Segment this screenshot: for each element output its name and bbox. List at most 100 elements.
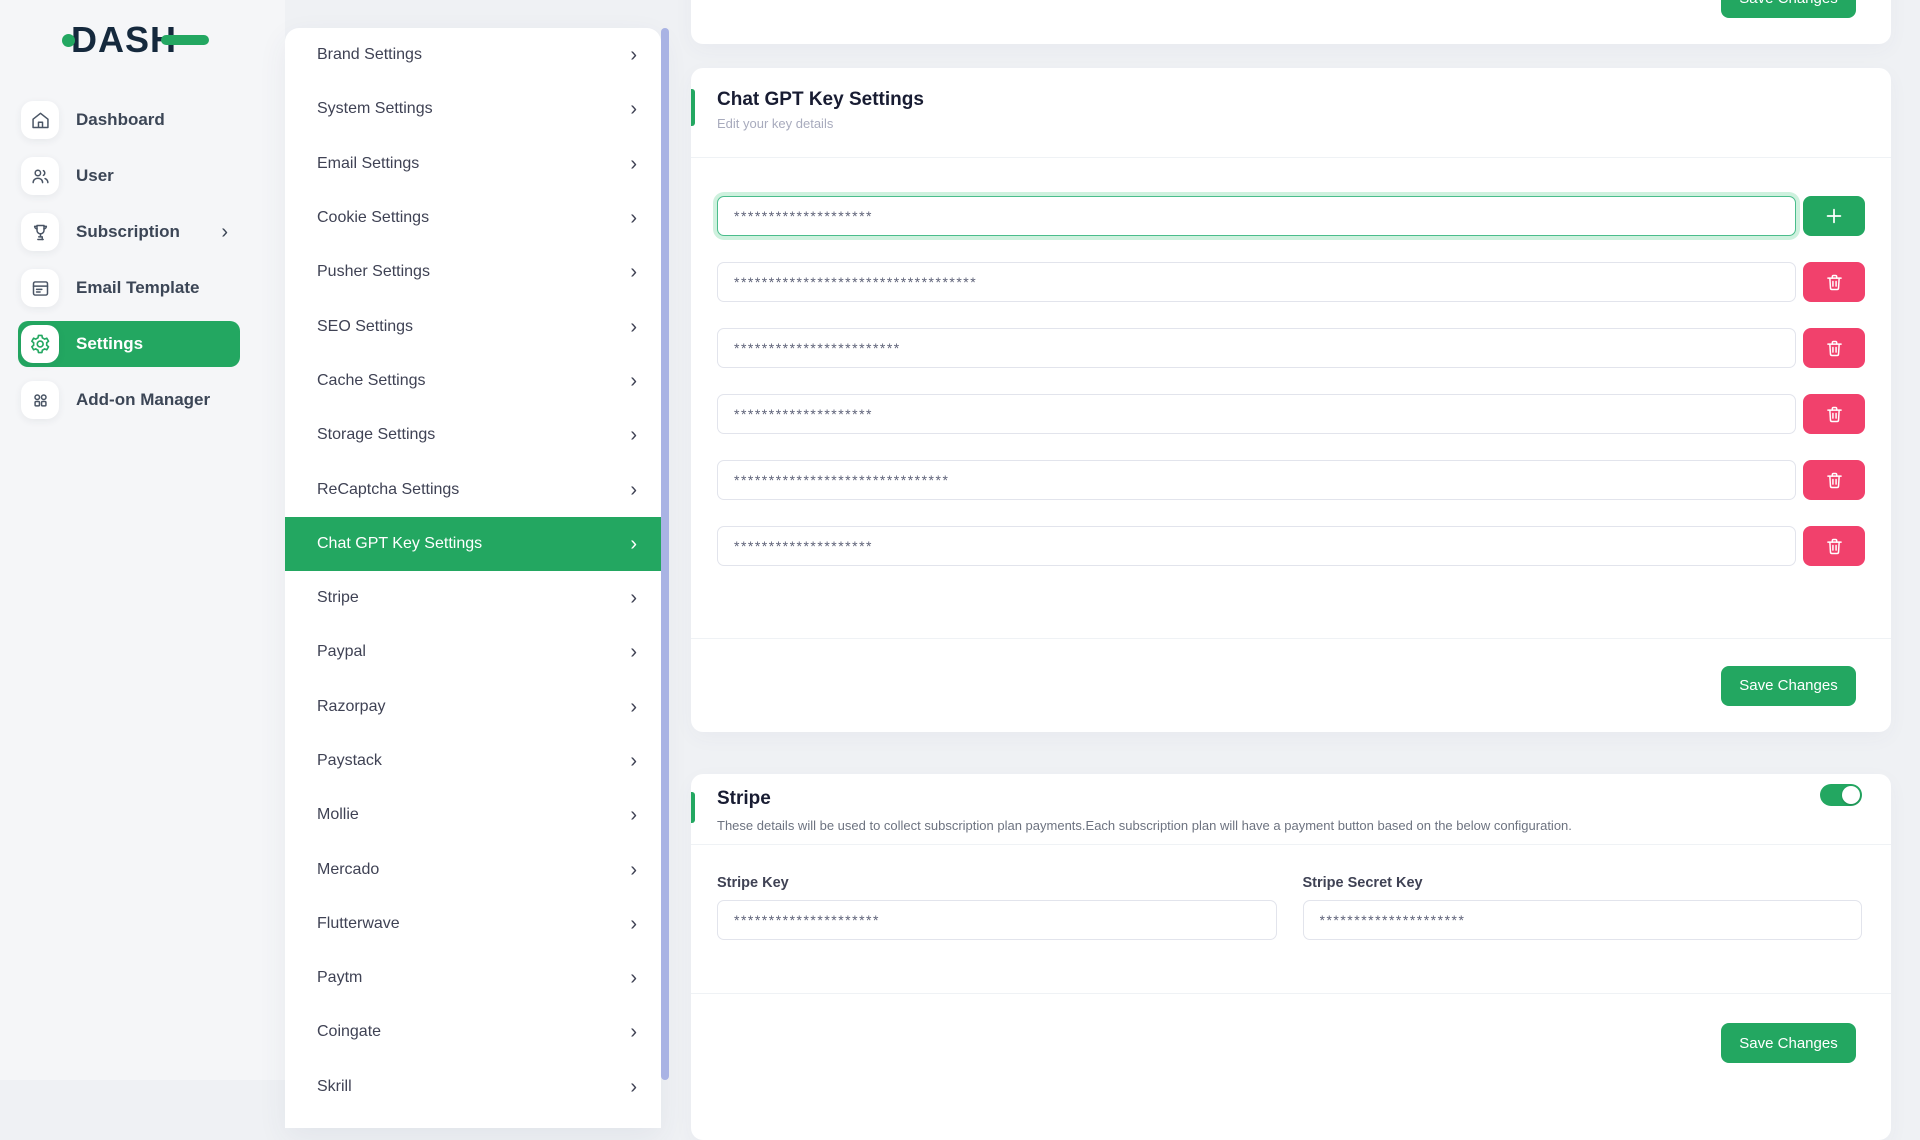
submenu-item-cookie-settings[interactable]: Cookie Settings › bbox=[285, 191, 661, 245]
stripe-key-input[interactable] bbox=[717, 900, 1277, 940]
chevron-right-icon: › bbox=[630, 154, 637, 174]
submenu-item-label: Brand Settings bbox=[317, 46, 422, 64]
submenu-item-label: Storage Settings bbox=[317, 426, 435, 444]
submenu-item-label: Chat GPT Key Settings bbox=[317, 535, 482, 553]
submenu-item-label: Coingate bbox=[317, 1023, 381, 1041]
api-key-input[interactable] bbox=[717, 196, 1796, 236]
submenu-item-label: Cookie Settings bbox=[317, 209, 429, 227]
submenu-item-stripe[interactable]: Stripe› bbox=[285, 571, 661, 625]
save-button[interactable]: Save Changes bbox=[1721, 1023, 1856, 1063]
submenu-item-label: Razorpay bbox=[317, 698, 385, 716]
chevron-right-icon: › bbox=[630, 425, 637, 445]
api-key-input[interactable] bbox=[717, 262, 1796, 302]
template-icon bbox=[21, 269, 59, 307]
chevron-right-icon: › bbox=[630, 534, 637, 554]
submenu-item-label: Paystack bbox=[317, 752, 382, 770]
submenu-item-flutterwave[interactable]: Flutterwave› bbox=[285, 897, 661, 951]
chevron-right-icon: › bbox=[630, 262, 637, 282]
main-sidebar: DASH Dashboard User Subscription › bbox=[0, 0, 285, 1080]
chevron-right-icon: › bbox=[630, 968, 637, 988]
sidebar-item-dashboard[interactable]: Dashboard bbox=[18, 97, 240, 143]
sidebar-item-label: Add-on Manager bbox=[76, 390, 228, 410]
submenu-item-storage-settings[interactable]: Storage Settings › bbox=[285, 408, 661, 462]
delete-key-button[interactable] bbox=[1803, 460, 1865, 500]
trash-icon bbox=[1824, 470, 1845, 491]
submenu-item-paypal[interactable]: Paypal› bbox=[285, 625, 661, 679]
key-row bbox=[717, 262, 1865, 302]
submenu-item-razorpay[interactable]: Razorpay › bbox=[285, 680, 661, 734]
submenu-item-label: Paytm bbox=[317, 969, 362, 987]
chevron-right-icon: › bbox=[630, 480, 637, 500]
submenu-item-label: ReCaptcha Settings bbox=[317, 481, 459, 499]
submenu-item-label: Pusher Settings bbox=[317, 263, 430, 281]
chevron-right-icon: › bbox=[630, 45, 637, 65]
submenu-item-seo-settings[interactable]: SEO Settings› bbox=[285, 299, 661, 353]
sidebar-item-settings[interactable]: Settings bbox=[18, 321, 240, 367]
chevron-right-icon: › bbox=[630, 860, 637, 880]
settings-submenu: Brand Settings › System Settings › Email S… bbox=[285, 28, 661, 1128]
stripe-enabled-toggle[interactable] bbox=[1820, 784, 1862, 806]
submenu-item-cache-settings[interactable]: Cache Settings › bbox=[285, 354, 661, 408]
chevron-right-icon: › bbox=[630, 588, 637, 608]
submenu-item-paytm[interactable]: Paytm › bbox=[285, 951, 661, 1005]
trash-icon bbox=[1824, 404, 1845, 425]
submenu-item-recaptcha-settings[interactable]: ReCaptcha Settings › bbox=[285, 462, 661, 516]
submenu-item-label: Cache Settings bbox=[317, 372, 426, 390]
previous-section-footer-card: Save Changes bbox=[691, 0, 1891, 44]
submenu-item-coingate[interactable]: Coingate › bbox=[285, 1005, 661, 1059]
chevron-right-icon: › bbox=[630, 208, 637, 228]
submenu-item-brand-settings[interactable]: Brand Settings › bbox=[285, 28, 661, 82]
stripe-settings-card: Stripe These details will be used to col… bbox=[691, 774, 1891, 1140]
chevron-right-icon: › bbox=[630, 371, 637, 391]
stripe-secret-key-field: Stripe Secret Key bbox=[1303, 875, 1863, 993]
submenu-item-mercado[interactable]: Mercado› bbox=[285, 842, 661, 896]
submenu-item-paystack[interactable]: Paystack› bbox=[285, 734, 661, 788]
submenu-item-skrill[interactable]: Skrill› bbox=[285, 1060, 661, 1114]
save-button[interactable]: Save Changes bbox=[1721, 0, 1856, 18]
submenu-item-pusher-settings[interactable]: Pusher Settings › bbox=[285, 245, 661, 299]
card-footer: Save Changes bbox=[691, 638, 1891, 732]
logo-dash-bar bbox=[161, 35, 209, 45]
accent-bar bbox=[691, 89, 695, 126]
accent-bar bbox=[691, 792, 695, 823]
api-key-input[interactable] bbox=[717, 394, 1796, 434]
chevron-right-icon: › bbox=[630, 317, 637, 337]
sidebar-item-label: Email Template bbox=[76, 278, 228, 298]
sidebar-item-addon-manager[interactable]: Add-on Manager bbox=[18, 377, 240, 423]
save-button[interactable]: Save Changes bbox=[1721, 666, 1856, 706]
api-key-input[interactable] bbox=[717, 460, 1796, 500]
stripe-fields: Stripe Key Stripe Secret Key bbox=[691, 845, 1891, 993]
app-logo[interactable]: DASH bbox=[62, 22, 209, 58]
key-row bbox=[717, 196, 1865, 236]
page-title: Chat GPT Key Settings bbox=[717, 89, 924, 111]
delete-key-button[interactable] bbox=[1803, 262, 1865, 302]
sidebar-item-label: Subscription bbox=[76, 222, 221, 242]
sidebar-item-email-template[interactable]: Email Template bbox=[18, 265, 240, 311]
sidebar-item-subscription[interactable]: Subscription › bbox=[18, 209, 240, 255]
chevron-right-icon: › bbox=[630, 697, 637, 717]
chatgpt-key-settings-card: Chat GPT Key Settings Edit your key deta… bbox=[691, 68, 1891, 732]
submenu-item-chat-gpt-key-settings[interactable]: Chat GPT Key Settings › bbox=[285, 517, 661, 571]
submenu-item-email-settings[interactable]: Email Settings› bbox=[285, 137, 661, 191]
submenu-item-system-settings[interactable]: System Settings › bbox=[285, 82, 661, 136]
submenu-item-label: Flutterwave bbox=[317, 915, 400, 933]
submenu-item-mollie[interactable]: Mollie› bbox=[285, 788, 661, 842]
delete-key-button[interactable] bbox=[1803, 526, 1865, 566]
chevron-right-icon: › bbox=[221, 222, 228, 242]
api-key-input[interactable] bbox=[717, 526, 1796, 566]
card-title: Stripe bbox=[717, 788, 771, 810]
key-row bbox=[717, 526, 1865, 566]
submenu-scrollbar[interactable] bbox=[661, 28, 669, 1080]
delete-key-button[interactable] bbox=[1803, 394, 1865, 434]
chevron-right-icon: › bbox=[630, 1022, 637, 1042]
stripe-key-field: Stripe Key bbox=[717, 875, 1277, 993]
trophy-icon bbox=[21, 213, 59, 251]
delete-key-button[interactable] bbox=[1803, 328, 1865, 368]
submenu-item-label: System Settings bbox=[317, 100, 433, 118]
add-key-button[interactable] bbox=[1803, 196, 1865, 236]
sidebar-item-user[interactable]: User bbox=[18, 153, 240, 199]
api-key-input[interactable] bbox=[717, 328, 1796, 368]
users-icon bbox=[21, 157, 59, 195]
chevron-right-icon: › bbox=[630, 99, 637, 119]
stripe-secret-key-input[interactable] bbox=[1303, 900, 1863, 940]
